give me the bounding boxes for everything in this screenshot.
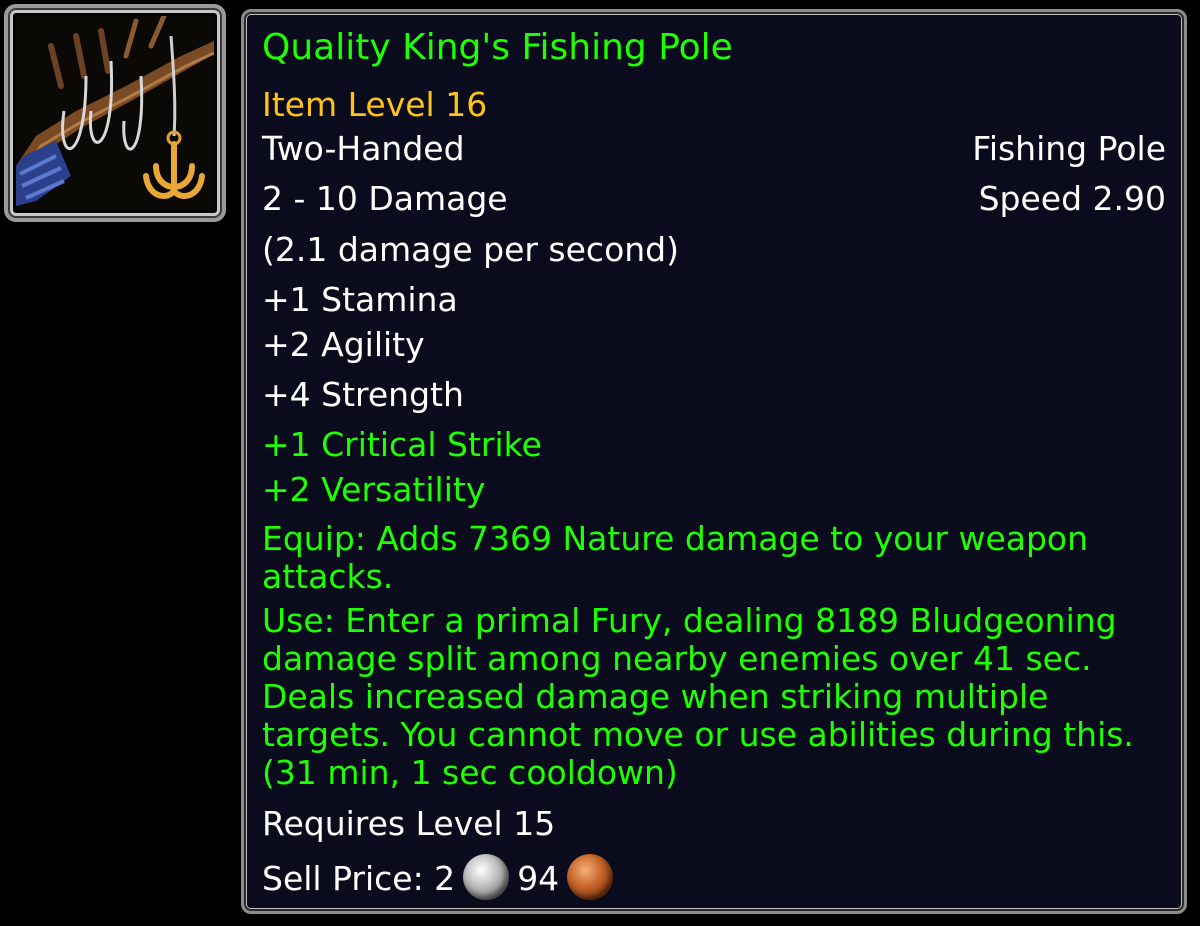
item-level: Item Level 16 bbox=[262, 85, 488, 124]
damage-row: 2 - 10 Damage Speed 2.90 bbox=[262, 179, 1166, 219]
weapon-speed: Speed 2.90 bbox=[978, 179, 1166, 218]
silver-coin-icon bbox=[463, 854, 510, 900]
copper-coin-icon bbox=[567, 854, 614, 900]
stat-versatility: +2 Versatility bbox=[262, 470, 486, 509]
sell-price-copper: 94 bbox=[517, 859, 560, 898]
use-effect: Use: Enter a primal Fury, dealing 8189 B… bbox=[262, 601, 1134, 792]
sell-price: Sell Price: 2 94 bbox=[262, 854, 1166, 900]
weapon-damage: 2 - 10 Damage bbox=[262, 179, 508, 218]
item-name: Quality King's Fishing Pole bbox=[262, 27, 733, 68]
item-slot: Two-Handed bbox=[262, 129, 465, 168]
item-icon-frame[interactable] bbox=[4, 4, 226, 222]
item-tooltip: Quality King's Fishing Pole Item Level 1… bbox=[241, 9, 1187, 914]
item-type: Fishing Pole bbox=[972, 129, 1166, 168]
level-requirement: Requires Level 15 bbox=[262, 804, 556, 843]
stat-agility: +2 Agility bbox=[262, 325, 425, 364]
slot-row: Two-Handed Fishing Pole bbox=[262, 129, 1166, 169]
weapon-dps: (2.1 damage per second) bbox=[262, 230, 679, 269]
stat-strength: +4 Strength bbox=[262, 375, 464, 414]
equip-effect: Equip: Adds 7369 Nature damage to your w… bbox=[262, 519, 1089, 596]
stat-stamina: +1 Stamina bbox=[262, 280, 458, 319]
sell-price-label: Sell Price: 2 bbox=[262, 859, 456, 898]
stat-critical-strike: +1 Critical Strike bbox=[262, 425, 542, 464]
fishing-pole-icon bbox=[16, 16, 214, 210]
